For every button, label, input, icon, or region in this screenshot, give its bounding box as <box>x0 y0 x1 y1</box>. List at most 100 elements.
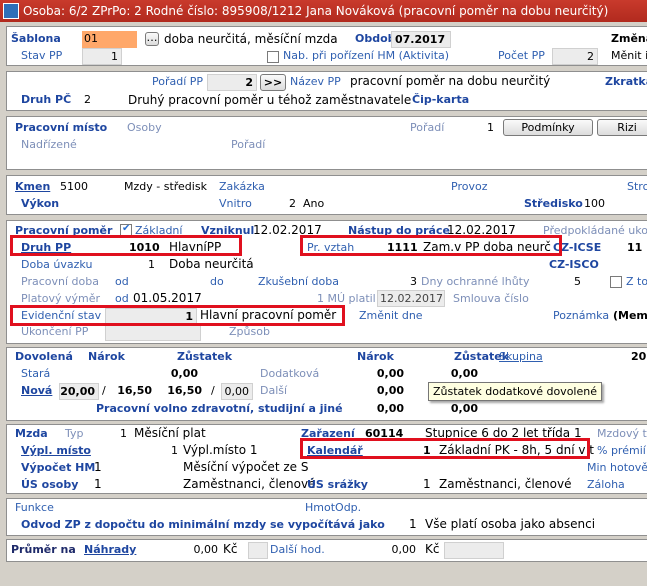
order-field[interactable]: 2 <box>207 74 257 91</box>
nab-checkbox[interactable] <box>267 51 279 63</box>
expected-end-label: Předpokládané ukonč <box>543 224 647 237</box>
calc-label: Výpočet HM <box>21 461 96 474</box>
window-title: Osoba: 6/2 ZPrPo: 2 Rodné číslo: 895908/… <box>23 4 609 18</box>
additional-entitlement[interactable]: 0,00 <box>357 366 407 383</box>
count-field[interactable]: 2 <box>552 48 598 65</box>
contract-term-label: Doba úvazku <box>21 258 93 271</box>
template-panel: Šablona 01 … doba neurčitá, měsíční mzda… <box>6 26 647 66</box>
pc-type-label: Druh PČ <box>21 93 72 106</box>
name-label: Název PP <box>290 75 341 88</box>
probation-value: 3 <box>410 275 417 288</box>
cz-isco-label: CZ-ISCO <box>549 258 599 271</box>
stem-value: 5100 <box>60 180 88 193</box>
tariff-label: Mzdový tarif <box>597 427 647 440</box>
contract-term-text: Doba neurčitá <box>169 257 254 271</box>
compensation-label: Náhrady <box>84 543 137 556</box>
cost-panel: Kmen 5100 Mzdy - středisk Zakázka Provoz… <box>6 175 647 215</box>
pp-type-text: HlavníPP <box>169 240 222 254</box>
template-code-field[interactable]: 01 <box>82 31 137 48</box>
relation-text: Zam.v PP doba neurč <box>423 240 551 254</box>
pp-type-label: Druh PP <box>21 241 72 254</box>
chip-card-label: Čip-karta <box>412 93 470 106</box>
name-value: pracovní poměr na dobu neurčitý <box>350 74 551 88</box>
scale-text: Stupnice 6 do 2 let třída 1 <box>425 426 582 440</box>
new-b[interactable]: 16,50 <box>111 383 155 400</box>
rank2-label: Pořadí <box>231 138 266 151</box>
leave-label: Pracovní volno zdravotní, studijní a jin… <box>96 402 343 415</box>
change-date-label: Změnit dne <box>359 309 423 322</box>
type-value: 1 <box>120 427 127 440</box>
group-label: Skupina <box>499 350 543 363</box>
min-cash-label: Min hotově <box>587 461 647 474</box>
average-panel: Průměr na Náhrady 0,00 Kč Další hod. 0,0… <box>6 539 647 562</box>
entitlement-label: Nárok <box>88 350 125 363</box>
machine-label: Stroj <box>627 180 647 193</box>
old-value[interactable]: 0,00 <box>169 366 201 383</box>
work-time-from-label: od <box>115 275 129 288</box>
additional-balance[interactable]: 0,00 <box>427 366 481 383</box>
calendar-value: 1 <box>423 444 431 457</box>
internal-value: 2 <box>289 197 296 210</box>
leave-entitlement[interactable]: 0,00 <box>357 401 407 418</box>
template-lookup-button[interactable]: … <box>145 32 159 46</box>
start-work-label: Nástup do práce <box>348 224 450 237</box>
salary-label: Platový výměr <box>21 292 101 305</box>
calendar-text: Základní PK - 8h, 5 dní v t <box>439 443 594 457</box>
of-which-checkbox[interactable] <box>610 276 622 288</box>
cz-icse-value: 11 <box>627 241 643 254</box>
calc-value: 1 <box>94 460 102 474</box>
type-label: Typ <box>65 427 84 440</box>
currency-1: Kč <box>223 542 238 556</box>
template-label: Šablona <box>11 32 61 45</box>
pp-type-value: 1010 <box>129 241 160 254</box>
entitlement2-label: Nárok <box>357 350 394 363</box>
evid-state-field[interactable]: 1 <box>105 308 197 325</box>
other-value[interactable]: 0,00 <box>357 383 407 400</box>
center-label: Středisko <box>524 197 583 210</box>
other-hours-label: Další hod. <box>270 543 325 556</box>
template-text: doba neurčitá, měsíční mzda <box>164 32 338 46</box>
relation-value: 1111 <box>387 241 418 254</box>
risks-button[interactable]: Rizi <box>597 119 647 136</box>
work-time-to-label: do <box>210 275 224 288</box>
status-field[interactable]: 1 <box>82 48 122 65</box>
basic-label: Základní <box>135 224 183 237</box>
mu-field[interactable]: 12.02.2017 <box>377 290 445 307</box>
period-field[interactable]: 07.2017 <box>391 31 451 48</box>
employment-label: Pracovní poměr <box>15 224 113 237</box>
of-which-label: Z toh <box>626 275 647 288</box>
stem-label: Kmen <box>15 180 51 193</box>
new-c[interactable]: 16,50 <box>165 383 205 400</box>
conditions-button[interactable]: Podmínky <box>503 119 593 136</box>
leave-balance[interactable]: 0,00 <box>427 401 481 418</box>
superior-label: Nadřízené <box>21 138 77 151</box>
other-hours-value[interactable]: 0,00 <box>367 542 419 559</box>
new-d[interactable]: 0,00 <box>221 383 253 400</box>
additional-label: Dodatková <box>260 367 320 380</box>
termination-field[interactable] <box>105 324 201 341</box>
type-text: Měsíční plat <box>134 426 206 440</box>
insurance-value: 1 <box>409 517 417 531</box>
protection-days-value: 5 <box>574 275 581 288</box>
contract-number-label: Smlouva číslo <box>453 292 529 305</box>
function-label: Funkce <box>15 501 54 514</box>
us-person-text: Zaměstnanci, členové <box>183 477 316 491</box>
function-panel: Funkce HmotOdp. Odvod ZP z dopočtu do mi… <box>6 498 647 536</box>
rank-value: 1 <box>487 121 494 134</box>
memo-value: (Memo <box>613 309 647 322</box>
advance-label: Záloha <box>587 478 625 491</box>
compensation-value[interactable]: 0,00 <box>175 542 221 559</box>
old-label: Stará <box>21 367 51 380</box>
us-deduction-value: 1 <box>423 477 431 491</box>
pc-type-field[interactable]: 2 <box>82 92 122 109</box>
wage-panel: Mzda Typ 1 Měsíční plat Zařazení 60114 S… <box>6 424 647 494</box>
new-label: Nová <box>21 384 53 397</box>
pay-place-text: Výpl.místo 1 <box>183 443 258 457</box>
rank-label: Pořadí <box>410 121 445 134</box>
next-button[interactable]: >> <box>260 74 286 91</box>
workplace-label: Pracovní místo <box>15 121 108 134</box>
basic-checkbox[interactable] <box>120 223 132 236</box>
evid-state-label: Evidenční stav <box>21 309 102 322</box>
new-a[interactable]: 20,00 <box>59 383 99 400</box>
started-value: 12.02.2017 <box>253 223 322 237</box>
